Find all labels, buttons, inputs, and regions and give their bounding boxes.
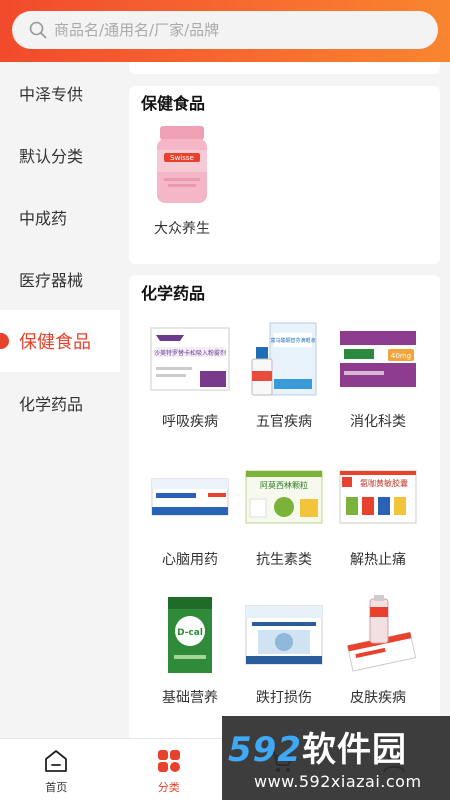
product-image: Swisse [142,126,222,206]
home-icon [43,748,69,774]
subcategory-label: 消化科类 [350,414,406,430]
subcategory-label: 心脑用药 [162,552,218,568]
product-image: 阿莫西林颗粒 [244,457,324,537]
sidebar-item-label: 化学药品 [19,395,84,414]
sidebar-item-chemical-drugs[interactable]: 化学药品 [0,372,120,434]
product-image: 氨咖黄敏胶囊 [338,457,418,537]
svg-text:氨咖黄敏胶囊: 氨咖黄敏胶囊 [360,478,408,488]
sidebar-item-chinese-patent[interactable]: 中成药 [0,186,120,248]
svg-text:沙美特罗替卡松吸入粉雾剂: 沙美特罗替卡松吸入粉雾剂 [154,349,226,357]
svg-text:D-cal: D-cal [177,628,203,638]
product-image [338,595,418,675]
subcategory-label: 跌打损伤 [256,690,312,706]
section-health-food: 保健食品 Swisse 大众养生 [129,86,440,264]
sidebar-item-label: 默认分类 [19,147,84,166]
active-indicator [0,333,9,349]
watermark-name: 软件园 [301,730,407,770]
subcategory-tile[interactable]: 富马酸酮替芬滴眼液 五官疾病 [239,319,329,431]
sidebar-item-label: 保健食品 [19,332,91,353]
subcategory-label: 基础营养 [162,690,218,706]
subcategory-tile[interactable]: 皮肤疾病 [333,595,423,707]
subcategory-tile[interactable]: 沙美特罗替卡松吸入粉雾剂 呼吸疾病 [145,319,235,431]
section-title: 化学药品 [141,284,206,303]
search-input[interactable] [54,21,384,39]
header-bar [0,0,450,62]
previous-section-card [129,62,440,74]
sidebar-item-default[interactable]: 默认分类 [0,124,120,186]
tab-category[interactable]: 分类 [113,739,226,800]
subcategory-label: 抗生素类 [256,552,312,568]
sidebar-item-label: 中泽专供 [19,85,84,104]
watermark-digits: 592 [228,730,302,770]
product-image [150,457,230,537]
subcategory-label: 大众养生 [154,221,210,237]
svg-text:阿莫西林颗粒: 阿莫西林颗粒 [260,480,308,490]
search-bar[interactable] [12,11,438,49]
section-chemical-drugs: 化学药品 沙美特罗替卡松吸入粉雾剂 呼吸疾病 富马酸酮替芬滴眼液 五官疾病 40… [129,275,440,738]
product-image: 富马酸酮替芬滴眼液 [244,319,324,399]
subcategory-tile[interactable]: 心脑用药 [145,457,235,569]
tab-label: 首页 [45,781,68,794]
subcategory-tile[interactable]: 40mg 消化科类 [333,319,423,431]
subcategory-tile[interactable]: 阿莫西林颗粒 抗生素类 [239,457,329,569]
svg-text:富马酸酮替芬滴眼液: 富马酸酮替芬滴眼液 [270,337,315,344]
subcategory-tile[interactable]: 氨咖黄敏胶囊 解热止痛 [333,457,423,569]
search-icon [28,20,48,40]
product-image: 40mg [338,319,418,399]
tab-label: 分类 [157,781,180,794]
product-image [244,595,324,675]
subcategory-label: 五官疾病 [256,414,312,430]
section-title: 保健食品 [141,94,206,113]
category-sidebar: 中泽专供 默认分类 中成药 医疗器械 保健食品 化学药品 [0,62,120,738]
subcategory-tile[interactable]: Swisse 大众养生 [137,126,227,238]
category-icon [156,748,182,774]
product-image: 沙美特罗替卡松吸入粉雾剂 [150,319,230,399]
sidebar-item-zhongze[interactable]: 中泽专供 [0,62,120,124]
svg-text:40mg: 40mg [391,352,411,360]
site-watermark: 592软件园 www.592xiazai.com [222,716,450,800]
subcategory-tile[interactable]: D-cal 基础营养 [145,595,235,707]
sidebar-item-label: 中成药 [19,209,68,228]
product-image: D-cal [150,595,230,675]
sidebar-item-health-food[interactable]: 保健食品 [0,310,120,372]
tab-home[interactable]: 首页 [0,739,113,800]
category-content: 保健食品 Swisse 大众养生 化学药品 沙美特罗替卡松吸入粉雾剂 呼吸疾病 … [120,62,450,738]
subcategory-label: 皮肤疾病 [350,690,406,706]
subcategory-tile[interactable]: 跌打损伤 [239,595,329,707]
sidebar-item-label: 医疗器械 [19,271,84,290]
subcategory-label: 解热止痛 [350,552,406,568]
svg-text:Swisse: Swisse [170,154,194,162]
sidebar-item-medical-device[interactable]: 医疗器械 [0,248,120,310]
watermark-url: www.592xiazai.com [254,772,422,791]
subcategory-label: 呼吸疾病 [162,414,218,430]
watermark-logo: 592软件园 [228,722,407,771]
